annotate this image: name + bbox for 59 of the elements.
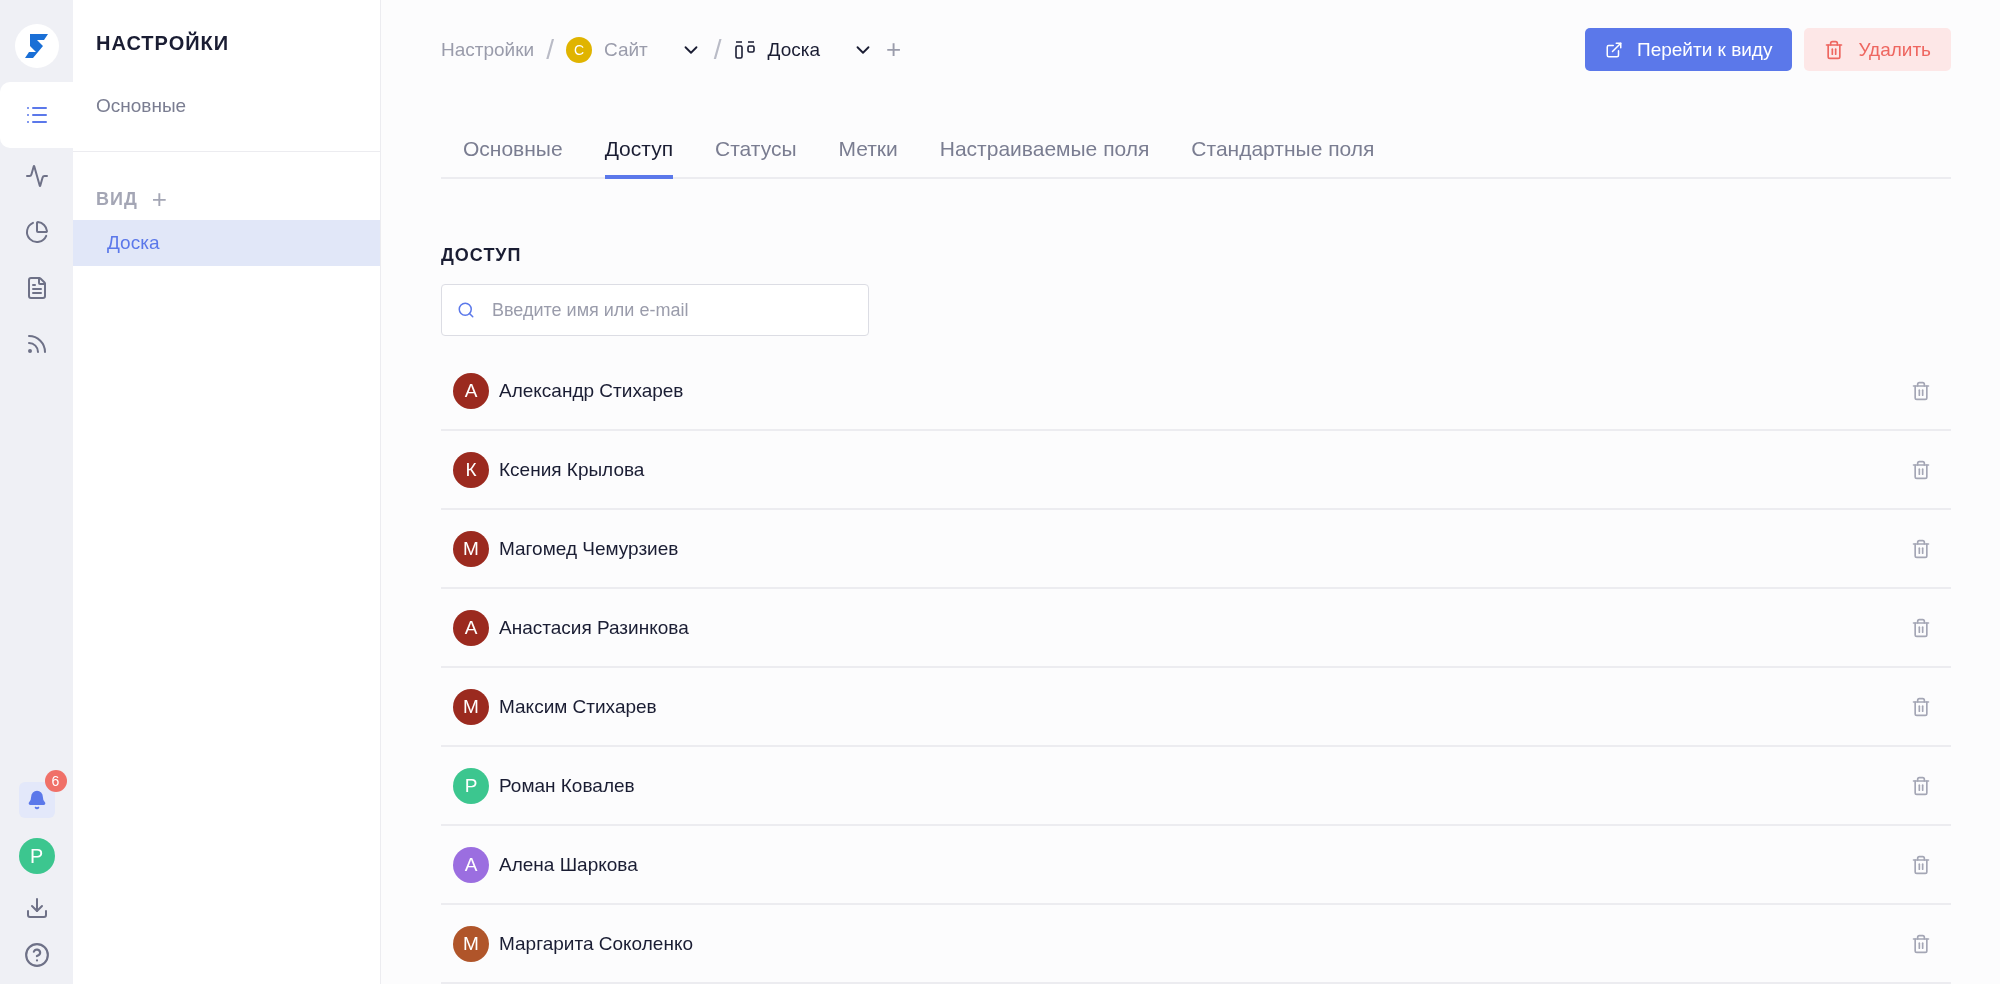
delete-icon[interactable]: [1911, 459, 1931, 480]
member-avatar: А: [453, 609, 489, 646]
tab[interactable]: Доступ: [604, 123, 673, 180]
delete-icon[interactable]: [1911, 696, 1931, 717]
breadcrumb-link[interactable]: Настройки: [441, 38, 535, 61]
delete-icon[interactable]: [1911, 380, 1931, 401]
member-avatar: М: [453, 688, 489, 725]
download-icon[interactable]: [24, 896, 49, 920]
member-name: Роман Ковалев: [499, 774, 636, 797]
member-avatar: К: [453, 451, 489, 488]
member-avatar: М: [453, 530, 489, 567]
member-name: Александр Стихарев: [499, 379, 685, 402]
delete-button[interactable]: Удалить: [1804, 28, 1951, 72]
section-title: ВИД: [96, 188, 138, 210]
member-name: Маргарита Соколенко: [499, 932, 694, 955]
member-avatar: Р: [453, 767, 489, 804]
search-icon: [457, 301, 475, 320]
member-name: Алена Шаркова: [499, 853, 639, 876]
delete-icon[interactable]: [1911, 933, 1931, 954]
user-avatar[interactable]: Р: [18, 838, 55, 874]
logo[interactable]: [14, 24, 59, 68]
section-heading: ДОСТУП: [441, 245, 523, 267]
delete-icon[interactable]: [1911, 854, 1931, 875]
tab[interactable]: Настраиваемые поля: [939, 123, 1150, 180]
member-avatar: А: [453, 846, 489, 883]
add-button[interactable]: +: [886, 34, 902, 66]
help-icon[interactable]: [23, 942, 50, 968]
sidebar-item[interactable]: Основные: [73, 83, 380, 129]
member-name: Анастасия Разинкова: [499, 616, 690, 639]
delete-icon[interactable]: [1911, 617, 1931, 638]
breadcrumb-current[interactable]: Доска: [767, 38, 820, 61]
external-link-icon: [1605, 40, 1623, 59]
board-icon: [733, 39, 756, 60]
breadcrumb-link[interactable]: Сайт: [603, 38, 648, 61]
sidebar-title: НАСТРОЙКИ: [95, 30, 231, 56]
delete-icon[interactable]: [1911, 775, 1931, 796]
tab[interactable]: Стандартные поля: [1191, 123, 1375, 180]
pulse-icon: [24, 164, 49, 188]
search-field[interactable]: Введите имя или e-mail: [441, 284, 869, 336]
member-avatar: М: [453, 925, 489, 962]
member-name: Магомед Чемурзиев: [499, 537, 680, 560]
breadcrumb-separator: /: [713, 33, 722, 66]
trash-icon: [1824, 39, 1845, 60]
open-view-button[interactable]: Перейти к виду: [1585, 28, 1793, 72]
bell-icon: [26, 790, 47, 810]
notification-count: 6: [44, 770, 67, 792]
member-name: Ксения Крылова: [499, 458, 646, 481]
pie-chart-icon: [24, 220, 49, 244]
sidebar-item[interactable]: Доска: [73, 220, 380, 266]
rail-item[interactable]: [0, 82, 73, 148]
tab[interactable]: Метки: [838, 123, 898, 180]
tab[interactable]: Статусы: [715, 123, 797, 180]
member-avatar: А: [453, 372, 489, 409]
tab[interactable]: Основные: [463, 123, 563, 180]
project-avatar: С: [565, 36, 592, 63]
breadcrumb-separator: /: [546, 33, 554, 66]
add-view-button[interactable]: +: [151, 186, 167, 212]
member-name: Максим Стихарев: [499, 695, 658, 718]
delete-icon[interactable]: [1911, 538, 1931, 559]
